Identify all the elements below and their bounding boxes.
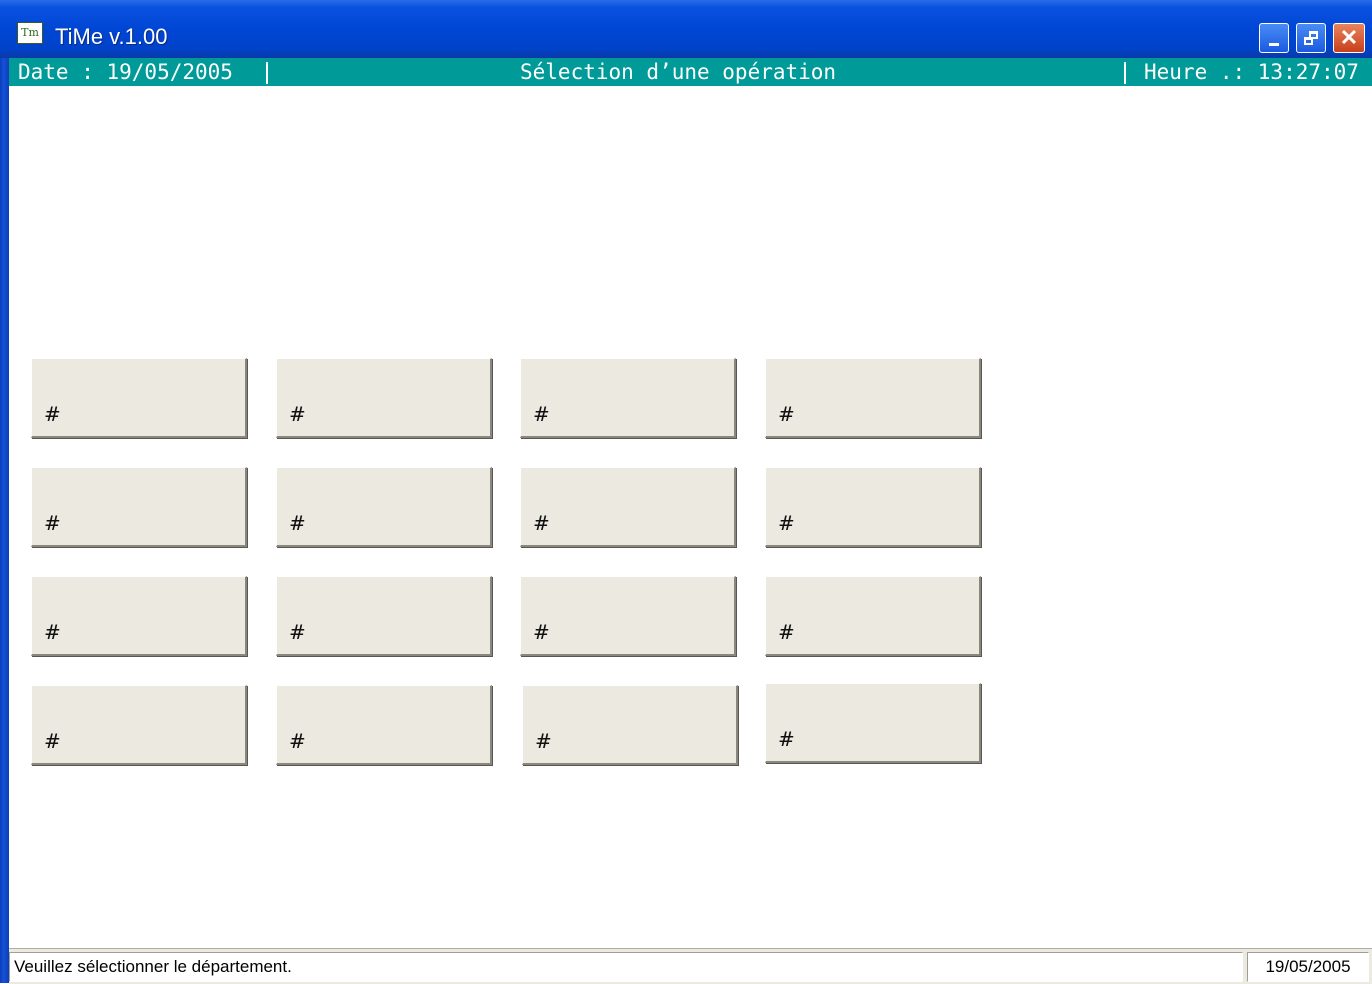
operation-button-label: # [289,402,306,426]
window-frame [0,0,9,983]
operation-button[interactable]: # [31,358,247,438]
operation-button-label: # [778,511,795,535]
info-bar: Date : 19/05/2005 Sélection d’une opérat… [9,58,1372,86]
operation-button-label: # [533,511,550,535]
window-title: TiMe v.1.00 [55,24,168,49]
status-message: Veuillez sélectionner le département. [9,952,1243,982]
screen-title: Sélection d’une opération [520,60,837,84]
title-bar[interactable]: Tm TiMe v.1.00 ✕ [0,0,1372,58]
operation-button[interactable]: # [276,467,492,547]
operation-button[interactable]: # [765,683,981,763]
minimize-button[interactable] [1259,23,1289,53]
operation-button-label: # [289,620,306,644]
operation-button-label: # [289,729,306,753]
restore-icon [1304,31,1318,45]
operation-button-label: # [44,511,61,535]
divider [266,62,268,84]
operation-button[interactable]: # [765,467,981,547]
restore-button[interactable] [1296,23,1326,53]
operation-button[interactable]: # [276,685,492,765]
operation-button-label: # [44,620,61,644]
operation-button[interactable]: # [765,358,981,438]
close-icon: ✕ [1339,25,1359,50]
operation-button[interactable]: # [31,576,247,656]
operation-button-label: # [778,620,795,644]
operation-button-label: # [289,511,306,535]
operation-button-label: # [778,402,795,426]
operation-button-label: # [778,727,795,751]
operation-button[interactable]: # [31,467,247,547]
current-time: Heure .: 13:27:07 [1144,60,1359,84]
minimize-icon [1269,42,1279,46]
operation-button[interactable]: # [31,685,247,765]
operation-button[interactable]: # [520,576,736,656]
status-date: 19/05/2005 [1247,952,1369,982]
operation-button-label: # [533,402,550,426]
operation-button[interactable]: # [276,358,492,438]
operation-button[interactable]: # [520,358,736,438]
operation-button[interactable]: # [520,467,736,547]
operation-button-label: # [535,729,552,753]
app-icon[interactable]: Tm [17,22,43,44]
status-bar: Veuillez sélectionner le département. 19… [9,948,1372,984]
operation-button[interactable]: # [276,576,492,656]
divider [1124,62,1126,84]
operation-button[interactable]: # [765,576,981,656]
operation-button-label: # [533,620,550,644]
operation-button[interactable]: # [522,685,738,765]
operation-button-label: # [44,729,61,753]
close-button[interactable]: ✕ [1333,23,1365,53]
current-date: Date : 19/05/2005 [18,60,233,84]
operation-button-label: # [44,402,61,426]
